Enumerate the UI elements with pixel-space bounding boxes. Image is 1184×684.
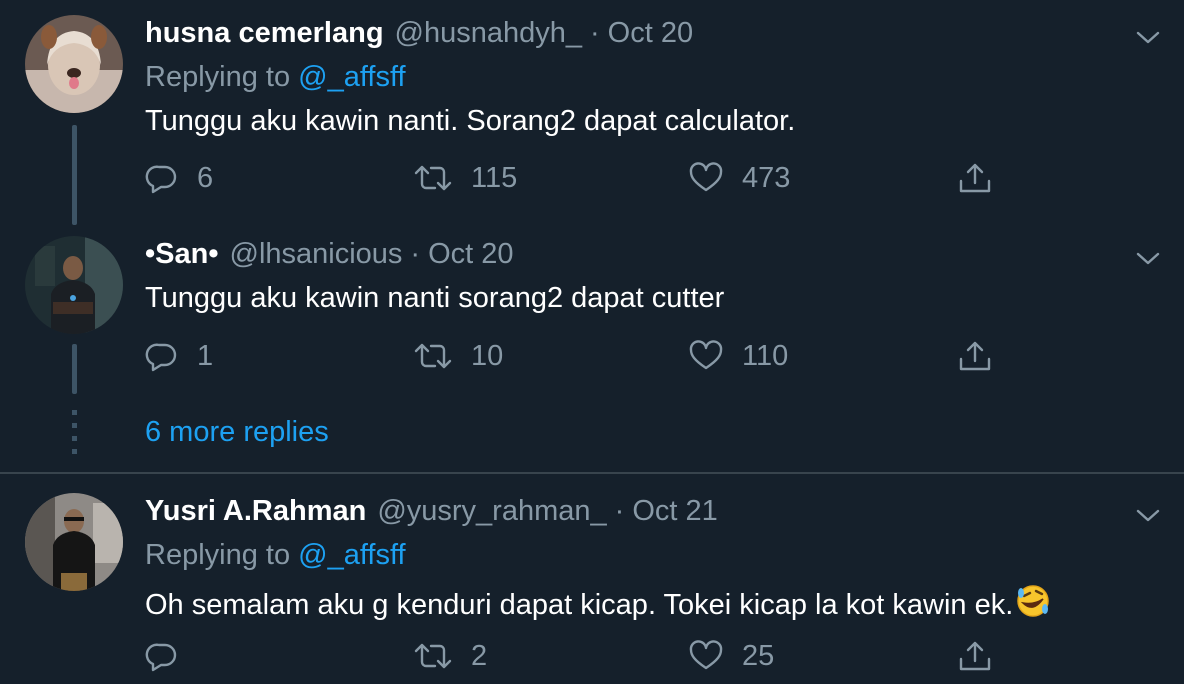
tweet-text: Tunggu aku kawin nanti. Sorang2 dapat ca… [145, 105, 796, 137]
chevron-down-icon[interactable] [1134, 248, 1162, 268]
display-name[interactable]: husna cemerlang [145, 17, 384, 50]
retweet-button[interactable]: 115 [413, 158, 517, 198]
user-handle[interactable]: @husnahdyh_ [395, 17, 582, 50]
share-icon [957, 161, 993, 195]
thread-dots [72, 410, 78, 454]
more-replies-link[interactable]: 6 more replies [145, 416, 329, 449]
retweet-icon [413, 162, 453, 194]
replying-to: Replying to @_affsff [145, 539, 406, 572]
reply-icon [145, 340, 179, 372]
display-name[interactable]: Yusri A.Rahman [145, 495, 366, 528]
avatar[interactable] [25, 493, 123, 591]
tweet-date[interactable]: Oct 21 [632, 495, 717, 528]
retweet-button[interactable]: 2 [413, 636, 487, 676]
tweet-date[interactable]: Oct 20 [428, 238, 513, 271]
tweet-header: husna cemerlang @husnahdyh_ · Oct 20 [145, 17, 693, 57]
avatar[interactable] [25, 15, 123, 113]
retweet-icon [413, 640, 453, 672]
share-icon [957, 339, 993, 373]
tweet-actions: 6 115 473 [145, 158, 1045, 198]
heart-icon [688, 340, 724, 372]
thread-line [72, 125, 77, 225]
retweet-icon [413, 340, 453, 372]
display-name[interactable]: •San• [145, 238, 219, 271]
heart-icon [688, 640, 724, 672]
replying-prefix: Replying to [145, 61, 291, 93]
user-handle[interactable]: @lhsanicious [230, 238, 403, 271]
separator: · [614, 495, 625, 527]
chevron-down-icon[interactable] [1134, 505, 1162, 525]
tweet-header: •San• @lhsanicious · Oct 20 [145, 238, 514, 278]
reply-count: 1 [197, 339, 214, 372]
chevron-down-icon[interactable] [1134, 27, 1162, 47]
like-button[interactable]: 25 [688, 636, 774, 676]
tweet-text: Tunggu aku kawin nanti sorang2 dapat cut… [145, 282, 725, 314]
like-button[interactable]: 110 [688, 336, 788, 376]
thread-line [72, 344, 77, 394]
reply-button[interactable]: 1 [145, 336, 213, 376]
replying-mention[interactable]: @_affsff [298, 539, 405, 571]
separator: · [410, 238, 421, 270]
user-handle[interactable]: @yusry_rahman_ [377, 495, 606, 528]
tweet-actions: 1 10 110 [145, 336, 1045, 376]
tweet-text-container: Oh semalam aku g kenduri dapat kicap. To… [145, 583, 1051, 627]
like-count: 25 [742, 639, 775, 672]
replying-to: Replying to @_affsff [145, 61, 406, 94]
separator: · [590, 17, 600, 49]
reply-icon [145, 162, 179, 194]
tweet-text: Oh semalam aku g kenduri dapat kicap. To… [145, 589, 1014, 621]
tweet-header: Yusri A.Rahman @yusry_rahman_ · Oct 21 [145, 495, 718, 535]
like-count: 473 [742, 161, 791, 194]
heart-icon [688, 162, 724, 194]
rolling-on-floor-laughing-emoji [1015, 583, 1051, 627]
reply-button[interactable]: 6 [145, 158, 213, 198]
reply-icon [145, 640, 179, 672]
like-count: 110 [742, 339, 789, 372]
share-button[interactable] [957, 636, 993, 676]
tweet-date[interactable]: Oct 20 [608, 17, 693, 50]
reply-button[interactable] [145, 636, 197, 676]
retweet-button[interactable]: 10 [413, 336, 503, 376]
share-button[interactable] [957, 158, 993, 198]
tweet-3[interactable]: Yusri A.Rahman @yusry_rahman_ · Oct 21 R… [0, 493, 1184, 684]
tweet-actions: 2 25 [145, 636, 1045, 676]
share-icon [957, 639, 993, 673]
retweet-count: 10 [471, 339, 504, 372]
retweet-count: 2 [471, 639, 488, 672]
share-button[interactable] [957, 336, 993, 376]
replying-mention[interactable]: @_affsff [298, 61, 405, 93]
tweet-1[interactable]: husna cemerlang @husnahdyh_ · Oct 20 Rep… [0, 15, 1184, 230]
divider [0, 472, 1184, 474]
tweet-2[interactable]: •San• @lhsanicious · Oct 20 Tunggu aku k… [0, 236, 1184, 396]
replying-prefix: Replying to [145, 539, 291, 571]
avatar[interactable] [25, 236, 123, 334]
like-button[interactable]: 473 [688, 158, 790, 198]
retweet-count: 115 [471, 161, 518, 194]
reply-count: 6 [197, 161, 214, 194]
